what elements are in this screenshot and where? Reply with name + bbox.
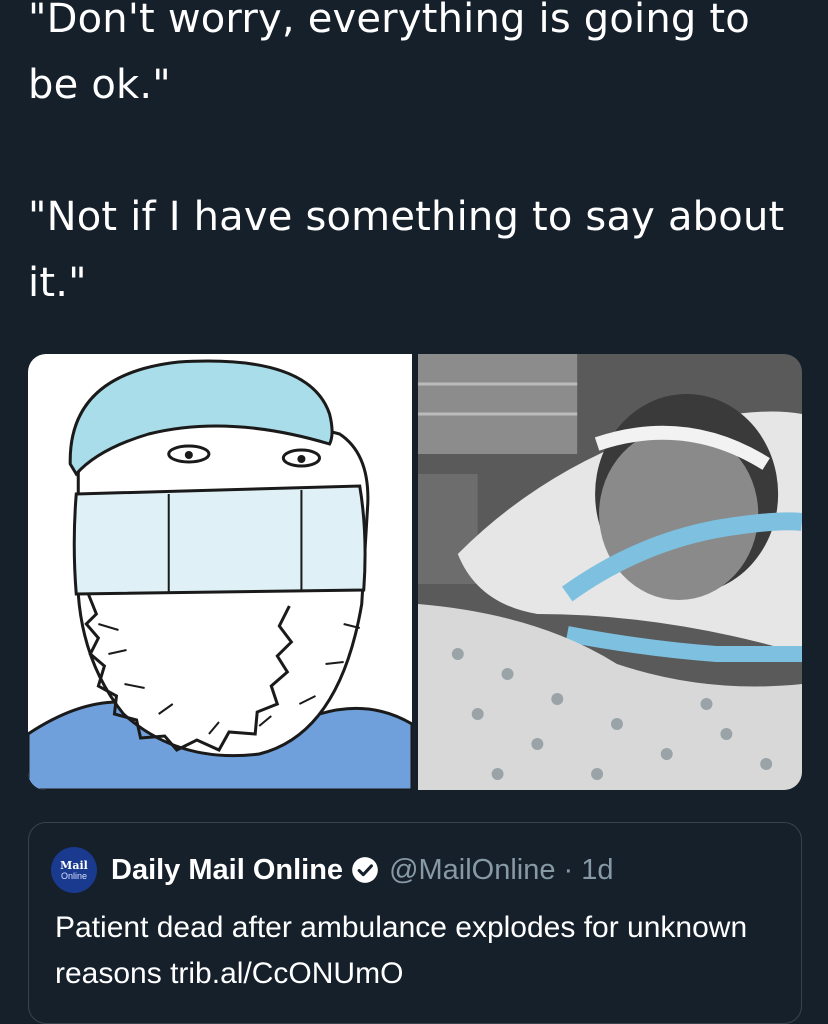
quoted-author-name[interactable]: Daily Mail Online	[111, 854, 343, 887]
quoted-tweet-card[interactable]: Mail Online Daily Mail Online @MailOnlin…	[28, 822, 802, 1024]
media-right-image[interactable]	[418, 354, 802, 790]
verified-badge-icon	[351, 856, 379, 884]
quoted-timestamp[interactable]: 1d	[581, 854, 613, 887]
patient-ventilator-image	[418, 354, 802, 790]
separator-dot: ·	[563, 853, 574, 886]
daily-mail-avatar[interactable]: Mail Online	[51, 847, 97, 893]
quoted-author-handle[interactable]: @MailOnline	[389, 854, 555, 887]
tweet-line-1: "Don't worry, everything is going to be …	[28, 0, 750, 108]
avatar-text-1: Mail	[60, 858, 88, 872]
media-grid[interactable]	[28, 354, 802, 790]
wojak-doctor-image	[28, 354, 412, 790]
quoted-tweet-text: Patient dead after ambulance explodes fo…	[55, 911, 748, 990]
media-left-image[interactable]	[28, 354, 412, 790]
quoted-tweet-header: Mail Online Daily Mail Online @MailOnlin…	[51, 847, 613, 893]
avatar-text-2: Online	[60, 870, 87, 881]
tweet-text: "Don't worry, everything is going to be …	[28, 0, 808, 316]
tweet-line-2: "Not if I have something to say about it…	[28, 194, 785, 306]
